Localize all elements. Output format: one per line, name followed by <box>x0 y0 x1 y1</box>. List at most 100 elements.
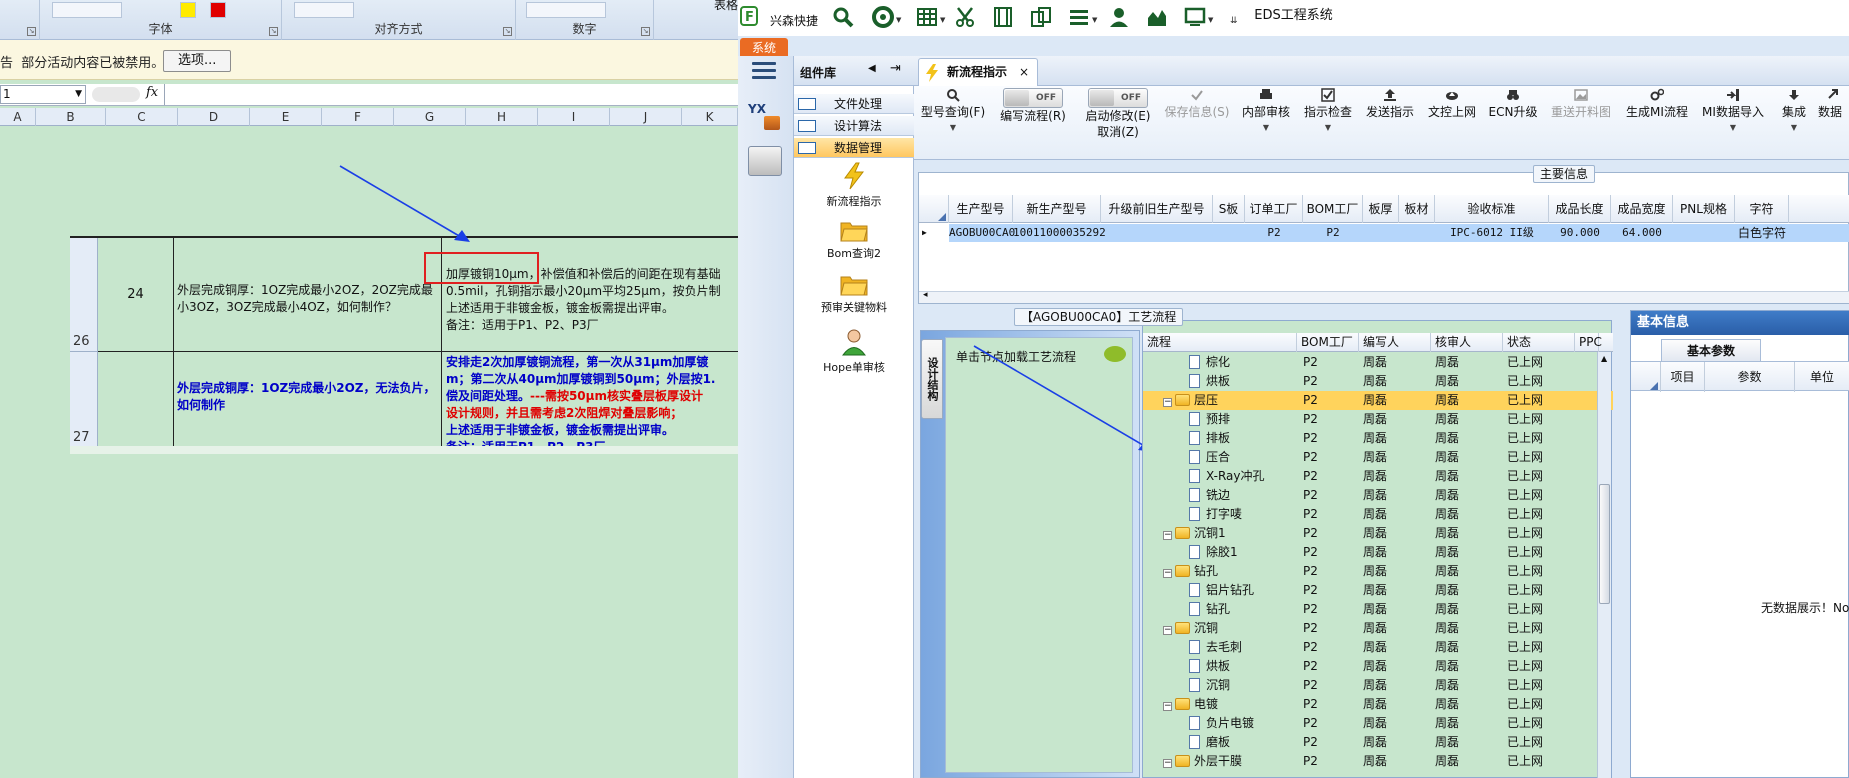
table-row[interactable]: 棕化 P2 周磊 周磊 已上网 <box>1143 353 1613 372</box>
process-name-cell[interactable]: 铣边 <box>1189 486 1230 505</box>
process-writer-cell[interactable]: 周磊 <box>1363 372 1387 391</box>
process-status-cell[interactable]: 已上网 <box>1507 752 1543 771</box>
process-status-cell[interactable]: 已上网 <box>1507 695 1543 714</box>
process-name-cell[interactable]: 铝片钻孔 <box>1189 581 1254 600</box>
table-row[interactable]: − 层压 P2 周磊 周磊 已上网 <box>1143 391 1613 410</box>
process-bom-cell[interactable]: P2 <box>1303 391 1318 410</box>
process-writer-cell[interactable]: 周磊 <box>1363 448 1387 467</box>
library-category-data[interactable]: 数据管理 <box>794 138 914 158</box>
column-header[interactable]: K <box>682 108 738 126</box>
column-header[interactable]: J <box>610 108 682 126</box>
table-cell[interactable] <box>1363 224 1399 242</box>
table-cell[interactable] <box>1213 224 1245 242</box>
table-row[interactable]: 烘板 P2 周磊 周磊 已上网 <box>1143 372 1613 391</box>
process-name-cell[interactable]: 钻孔 <box>1189 600 1230 619</box>
column-header[interactable]: 成品长度 <box>1549 195 1611 223</box>
process-name-cell[interactable]: 去毛刺 <box>1189 638 1242 657</box>
column-header[interactable]: H <box>466 108 538 126</box>
column-header[interactable]: I <box>538 108 610 126</box>
highlight-color-icon[interactable] <box>180 2 196 18</box>
process-reviewer-cell[interactable]: 周磊 <box>1435 657 1459 676</box>
design-structure-tab[interactable]: 设计结构 <box>921 339 943 419</box>
table-cell[interactable]: IPC-6012 II级 <box>1435 224 1549 242</box>
library-category-file[interactable]: 文件处理 <box>794 94 914 114</box>
row-header[interactable]: 27 <box>70 352 98 448</box>
column-header[interactable]: 字符 <box>1735 195 1789 223</box>
tab-new-flow[interactable]: 新流程指示 × <box>918 58 1038 86</box>
process-writer-cell[interactable]: 周磊 <box>1363 467 1387 486</box>
process-writer-cell[interactable]: 周磊 <box>1363 543 1387 562</box>
font-bold-italic-controls[interactable] <box>52 2 122 18</box>
process-name-cell[interactable]: 烘板 <box>1189 657 1230 676</box>
launcher-icon[interactable]: ↘ <box>27 27 36 36</box>
process-name-cell[interactable]: 打字唛 <box>1189 505 1242 524</box>
process-writer-cell[interactable]: 周磊 <box>1363 733 1387 752</box>
column-header[interactable]: 新生产型号 <box>1013 195 1101 223</box>
column-header[interactable]: PNL规格 <box>1673 195 1735 223</box>
indicator-check-button[interactable]: 指示检查 ▼ <box>1300 88 1356 136</box>
font-color-icon[interactable] <box>210 2 226 18</box>
table-row[interactable]: 除胶1 P2 周磊 周磊 已上网 <box>1143 543 1613 562</box>
process-name-cell[interactable]: X-Ray冲孔 <box>1189 467 1264 486</box>
table-cell[interactable]: 64.000 <box>1611 224 1673 242</box>
yx-module-icon[interactable]: YX <box>748 102 782 132</box>
column-header[interactable]: 升级前旧生产型号 <box>1101 195 1213 223</box>
process-bom-cell[interactable]: P2 <box>1303 733 1318 752</box>
tool-hope-review[interactable]: Hope单审核 <box>794 328 914 375</box>
column-header[interactable]: S板 <box>1213 195 1245 223</box>
index-cell[interactable]: 24 <box>98 238 174 352</box>
collapse-icon[interactable]: − <box>1163 531 1172 540</box>
process-name-cell[interactable]: 预排 <box>1189 410 1230 429</box>
model-query-button[interactable]: 型号查询(F) ▼ <box>918 88 988 136</box>
process-bom-cell[interactable]: P2 <box>1303 543 1318 562</box>
process-bom-cell[interactable]: P2 <box>1303 638 1318 657</box>
table-row[interactable]: 铣边 P2 周磊 周磊 已上网 <box>1143 486 1613 505</box>
process-writer-cell[interactable]: 周磊 <box>1363 524 1387 543</box>
process-reviewer-cell[interactable]: 周磊 <box>1435 410 1459 429</box>
tool-prereview-material[interactable]: 预审关键物料 <box>794 272 914 315</box>
launcher-icon[interactable]: ↘ <box>269 27 278 36</box>
process-status-cell[interactable]: 已上网 <box>1507 391 1543 410</box>
table-row[interactable]: ▶ AGOBU00CA0 10011000035292 P2 P2 IPC-60… <box>919 224 1849 242</box>
process-status-cell[interactable]: 已上网 <box>1507 733 1543 752</box>
process-status-cell[interactable]: 已上网 <box>1507 638 1543 657</box>
fx-icon[interactable]: fx <box>146 85 158 100</box>
table-row[interactable]: X-Ray冲孔 P2 周磊 周磊 已上网 <box>1143 467 1613 486</box>
process-status-cell[interactable]: 已上网 <box>1507 562 1543 581</box>
process-bom-cell[interactable]: P2 <box>1303 448 1318 467</box>
column-header[interactable]: 编写人 <box>1359 333 1431 352</box>
process-name-cell[interactable]: 棕化 <box>1189 353 1230 372</box>
process-writer-cell[interactable]: 周磊 <box>1363 353 1387 372</box>
process-reviewer-cell[interactable]: 周磊 <box>1435 353 1459 372</box>
collapse-icon[interactable]: − <box>1163 569 1172 578</box>
save-info-button[interactable]: 保存信息(S) <box>1162 88 1232 120</box>
process-status-cell[interactable]: 已上网 <box>1507 714 1543 733</box>
process-writer-cell[interactable]: 周磊 <box>1363 657 1387 676</box>
process-bom-cell[interactable]: P2 <box>1303 353 1318 372</box>
process-name-cell[interactable]: − 沉铜1 <box>1163 524 1226 543</box>
data-button[interactable]: 数据 <box>1818 88 1848 120</box>
column-header[interactable]: G <box>394 108 466 126</box>
process-bom-cell[interactable]: P2 <box>1303 505 1318 524</box>
number-format-controls[interactable] <box>526 2 606 18</box>
process-bom-cell[interactable]: P2 <box>1303 372 1318 391</box>
process-status-cell[interactable]: 已上网 <box>1507 372 1543 391</box>
process-reviewer-cell[interactable]: 周磊 <box>1435 391 1459 410</box>
column-header[interactable]: 订单工厂 <box>1245 195 1303 223</box>
scroll-left-icon[interactable]: ◂ <box>923 290 928 300</box>
column-header[interactable]: 项目 <box>1661 362 1705 392</box>
process-bom-cell[interactable]: P2 <box>1303 467 1318 486</box>
column-header[interactable]: 板材 <box>1399 195 1435 223</box>
tool-bom-query[interactable]: Bom查询2 <box>794 218 914 261</box>
mi-import-button[interactable]: MI数据导入 ▼ <box>1698 88 1768 136</box>
process-status-cell[interactable]: 已上网 <box>1507 353 1543 372</box>
table-cell[interactable] <box>1673 224 1735 242</box>
process-status-cell[interactable]: 已上网 <box>1507 619 1543 638</box>
collapse-icon[interactable]: − <box>1163 702 1172 711</box>
table-row[interactable]: 去毛刺 P2 周磊 周磊 已上网 <box>1143 638 1613 657</box>
table-cell[interactable]: 白色字符 <box>1735 224 1789 242</box>
hamburger-menu-icon[interactable] <box>752 62 776 82</box>
table-row[interactable]: 磨板 P2 周磊 周磊 已上网 <box>1143 733 1613 752</box>
column-header[interactable]: C <box>106 108 178 126</box>
process-reviewer-cell[interactable]: 周磊 <box>1435 581 1459 600</box>
